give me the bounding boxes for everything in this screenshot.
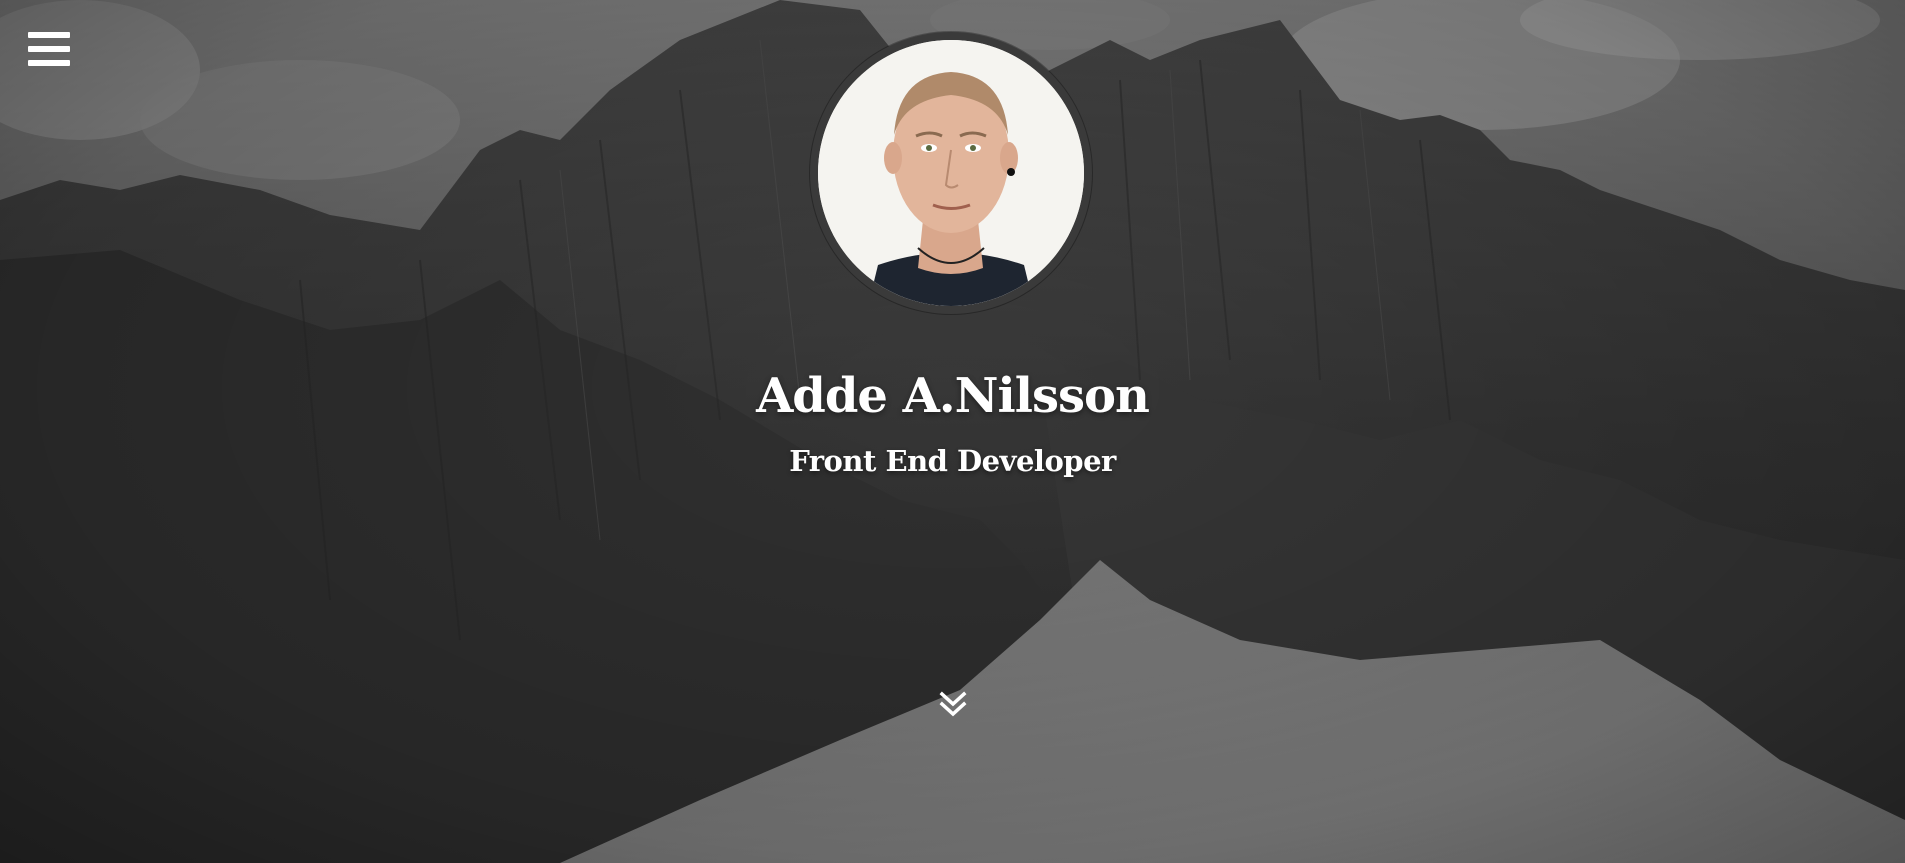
- double-chevron-down-icon[interactable]: [938, 690, 968, 720]
- profile-name: Adde A.Nilsson: [756, 368, 1150, 424]
- profile-photo: [818, 40, 1084, 306]
- menu-bar-middle: [28, 46, 70, 52]
- profile-photo-image: [818, 40, 1084, 306]
- profile-title: Front End Developer: [789, 444, 1116, 478]
- menu-bar-bottom: [28, 60, 70, 66]
- hero-section: Adde A.Nilsson Front End Developer: [0, 0, 1905, 863]
- menu-bar-top: [28, 32, 70, 38]
- hamburger-menu-icon[interactable]: [28, 32, 72, 70]
- avatar-frame: [810, 32, 1092, 314]
